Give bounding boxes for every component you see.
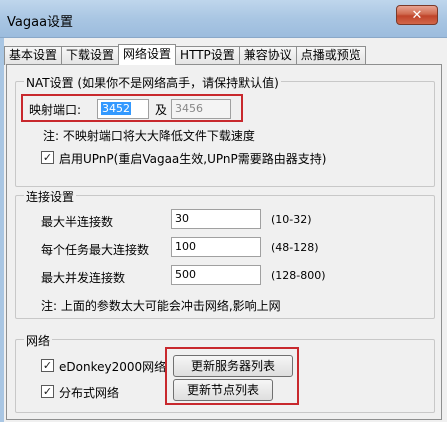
network-settings-panel: NAT设置 (如果你不是网络高手，请保持默认值) 映射端口: 3452 及 34… [6,64,442,420]
max-per-task-label: 每个任务最大连接数 [41,243,150,257]
close-button[interactable]: ✕ [396,5,438,25]
tab-http-settings[interactable]: HTTP设置 [175,46,240,65]
max-per-task-value: 100 [175,240,196,253]
check-icon: ✓ [42,151,53,164]
max-concurrent-range: (128-800) [271,269,326,282]
tab-download-settings[interactable]: 下载设置 [61,46,120,65]
port-note: 注: 不映射端口将大大降低文件下载速度 [43,129,255,143]
title-bar: Vagaa设置 ✕ [0,0,447,38]
check-icon: ✓ [42,385,53,398]
max-concurrent-value: 500 [175,268,196,281]
edonkey-checkbox[interactable]: ✓ [41,359,54,372]
distributed-checkbox[interactable]: ✓ [41,385,54,398]
distributed-label: 分布式网络 [59,386,120,400]
tab-compat-protocol[interactable]: 兼容协议 [238,46,297,65]
connection-note: 注: 上面的参数太大可能会冲击网络,影响上网 [41,299,281,313]
tab-strip: 基本设置 下载设置 网络设置 HTTP设置 兼容协议 点播或预览 [4,44,366,65]
port-highlight-box [21,94,243,122]
tab-network-settings[interactable]: 网络设置 [118,44,177,65]
close-icon: ✕ [411,7,423,23]
max-half-open-value: 30 [175,212,189,225]
upnp-label: 启用UPnP(重启Vagaa生效,UPnP需要路由器支持) [59,152,327,166]
network-buttons-highlight-box [165,347,299,405]
connection-settings-legend: 连接设置 [24,188,77,205]
max-half-open-input[interactable]: 30 [171,209,261,229]
window-title: Vagaa设置 [7,15,74,30]
max-half-open-label: 最大半连接数 [41,215,114,229]
nat-settings-legend: NAT设置 (如果你不是网络高手，请保持默认值) [24,74,281,91]
network-legend: 网络 [24,332,53,349]
tab-basic-settings[interactable]: 基本设置 [4,46,63,65]
edonkey-label: eDonkey2000网络 [59,360,167,374]
max-per-task-range: (48-128) [271,241,319,254]
max-concurrent-input[interactable]: 500 [171,265,261,285]
max-concurrent-label: 最大并发连接数 [41,271,126,285]
upnp-checkbox[interactable]: ✓ [41,151,54,164]
check-icon: ✓ [42,359,53,372]
max-per-task-input[interactable]: 100 [171,237,261,257]
tab-vod-preview[interactable]: 点播或预览 [295,46,366,65]
max-half-open-range: (10-32) [271,213,312,226]
